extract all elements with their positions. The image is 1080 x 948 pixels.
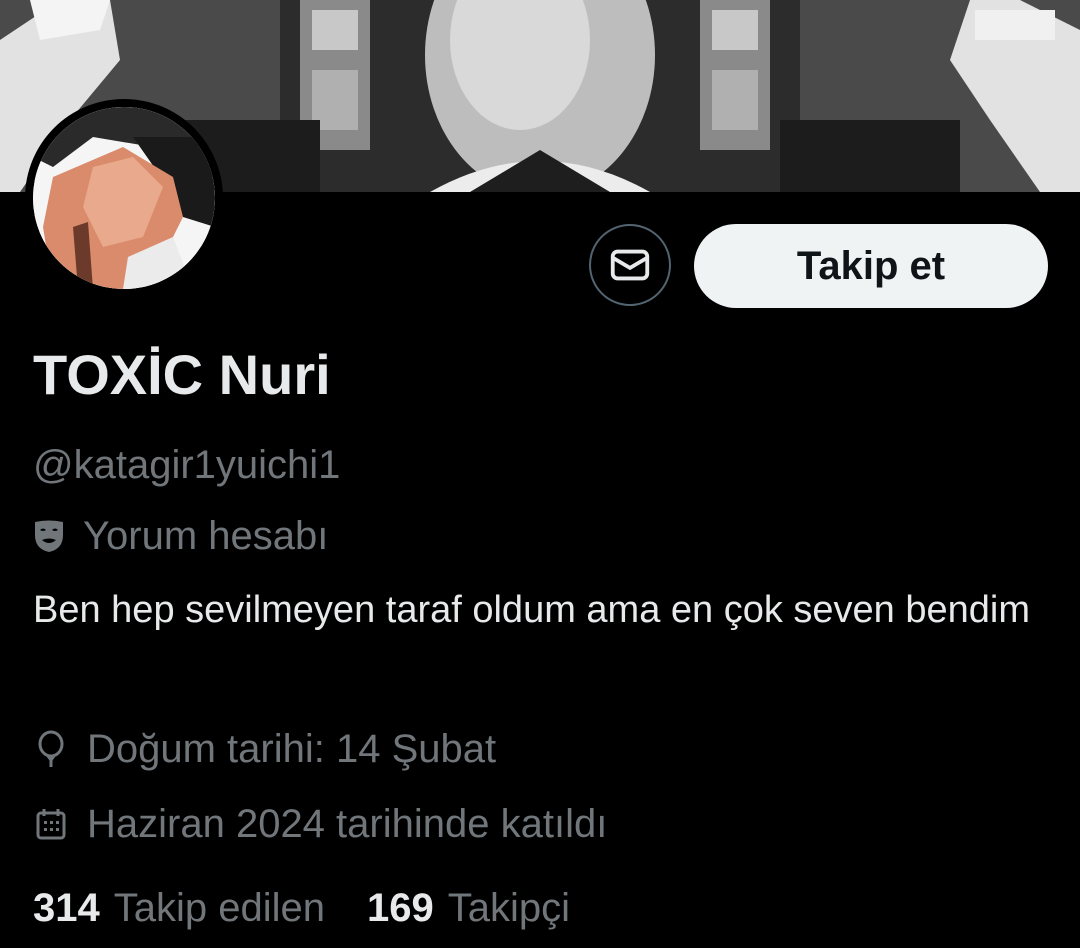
display-name: TOXİC Nuri (33, 343, 331, 406)
follow-button[interactable]: Takip et (694, 224, 1048, 308)
followers-count: 169 (367, 885, 434, 930)
mask-icon (33, 519, 65, 553)
account-label-text: Yorum hesabı (83, 513, 329, 558)
join-date-text: Haziran 2024 tarihinde katıldı (87, 801, 608, 846)
followers-label: Takipçi (447, 885, 571, 930)
message-button[interactable] (589, 224, 671, 306)
profile-handle: @katagir1yuichi1 (33, 443, 341, 487)
envelope-icon (610, 249, 650, 281)
birthday-row: Doğum tarihi: 14 Şubat (33, 724, 496, 774)
following-label: Takip edilen (113, 885, 325, 930)
account-label[interactable]: Yorum hesabı (33, 513, 328, 559)
following-link[interactable]: 314 Takip edilen (33, 886, 325, 931)
profile-bio: Ben hep sevilmeyen taraf oldum ama en ço… (33, 589, 1030, 631)
birthday-text: Doğum tarihi: 14 Şubat (87, 726, 497, 771)
join-date-row: Haziran 2024 tarihinde katıldı (33, 799, 607, 849)
balloon-icon (33, 730, 69, 768)
calendar-icon (33, 807, 69, 841)
avatar-image (33, 107, 215, 289)
following-count: 314 (33, 885, 100, 930)
followers-link[interactable]: 169 Takipçi (367, 886, 570, 931)
avatar[interactable] (33, 107, 215, 289)
profile-stats: 314 Takip edilen 169 Takipçi (33, 882, 570, 934)
